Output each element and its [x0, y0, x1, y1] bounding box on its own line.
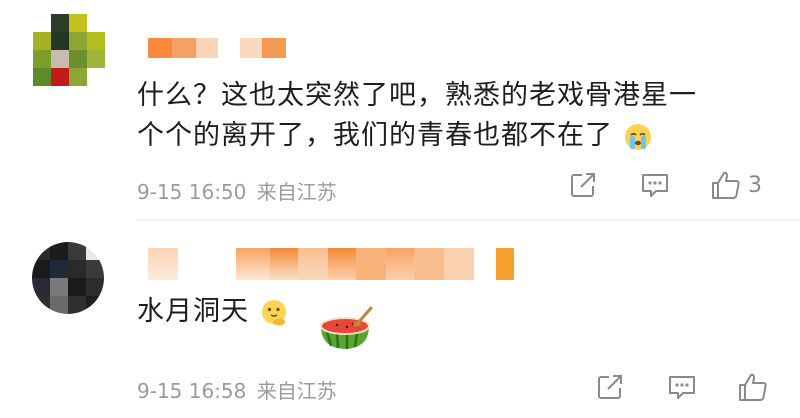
- like-icon: [739, 373, 767, 401]
- divider: [137, 219, 800, 221]
- comment-source: 来自江苏: [256, 379, 337, 403]
- watermelon-emoji-icon: [320, 306, 373, 349]
- comment-button[interactable]: [665, 370, 699, 404]
- thinking-emoji-icon: [261, 299, 286, 325]
- comment-item: 水月洞天 9-15 16:58 来自江苏: [0, 0, 800, 403]
- comment-icon: [669, 376, 695, 399]
- username-blurred[interactable]: [148, 248, 514, 280]
- share-icon: [598, 375, 622, 399]
- share-button[interactable]: [593, 370, 627, 404]
- comment-text: 水月洞天: [137, 292, 289, 332]
- comment-meta: 9-15 16:58 来自江苏: [137, 375, 337, 404]
- like-button[interactable]: [737, 371, 769, 403]
- avatar[interactable]: [32, 242, 104, 314]
- comment-time: 9-15 16:58: [137, 379, 247, 403]
